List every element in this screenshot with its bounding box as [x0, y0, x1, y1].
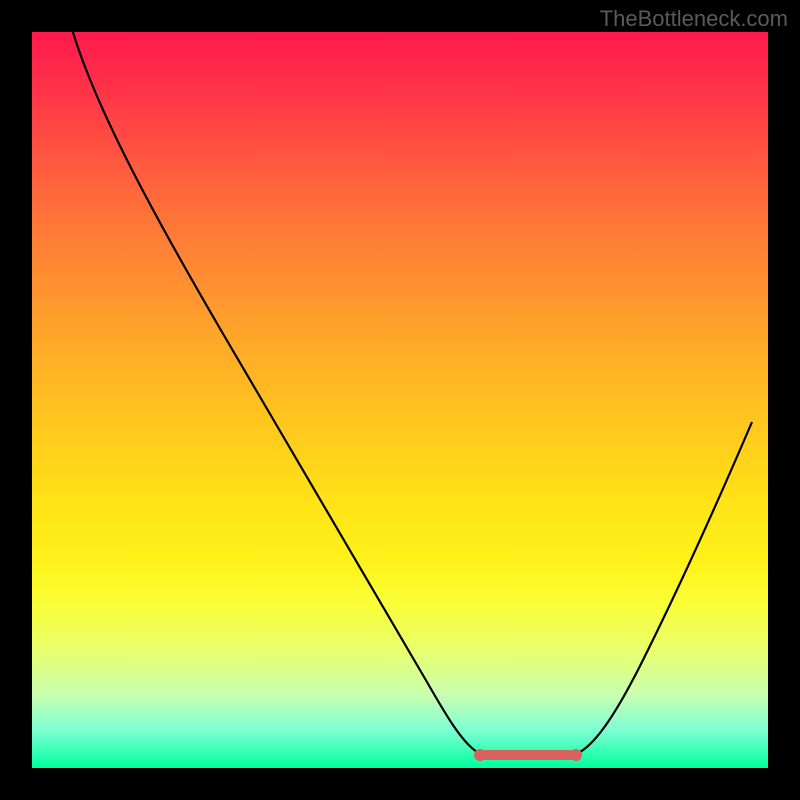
optimal-range-start-dot: [474, 749, 486, 761]
chart-plot-area: [32, 32, 768, 768]
chart-svg: [32, 32, 768, 768]
watermark-text: TheBottleneck.com: [600, 6, 788, 32]
optimal-range-end-dot: [570, 749, 582, 761]
bottleneck-curve-line: [70, 32, 752, 757]
